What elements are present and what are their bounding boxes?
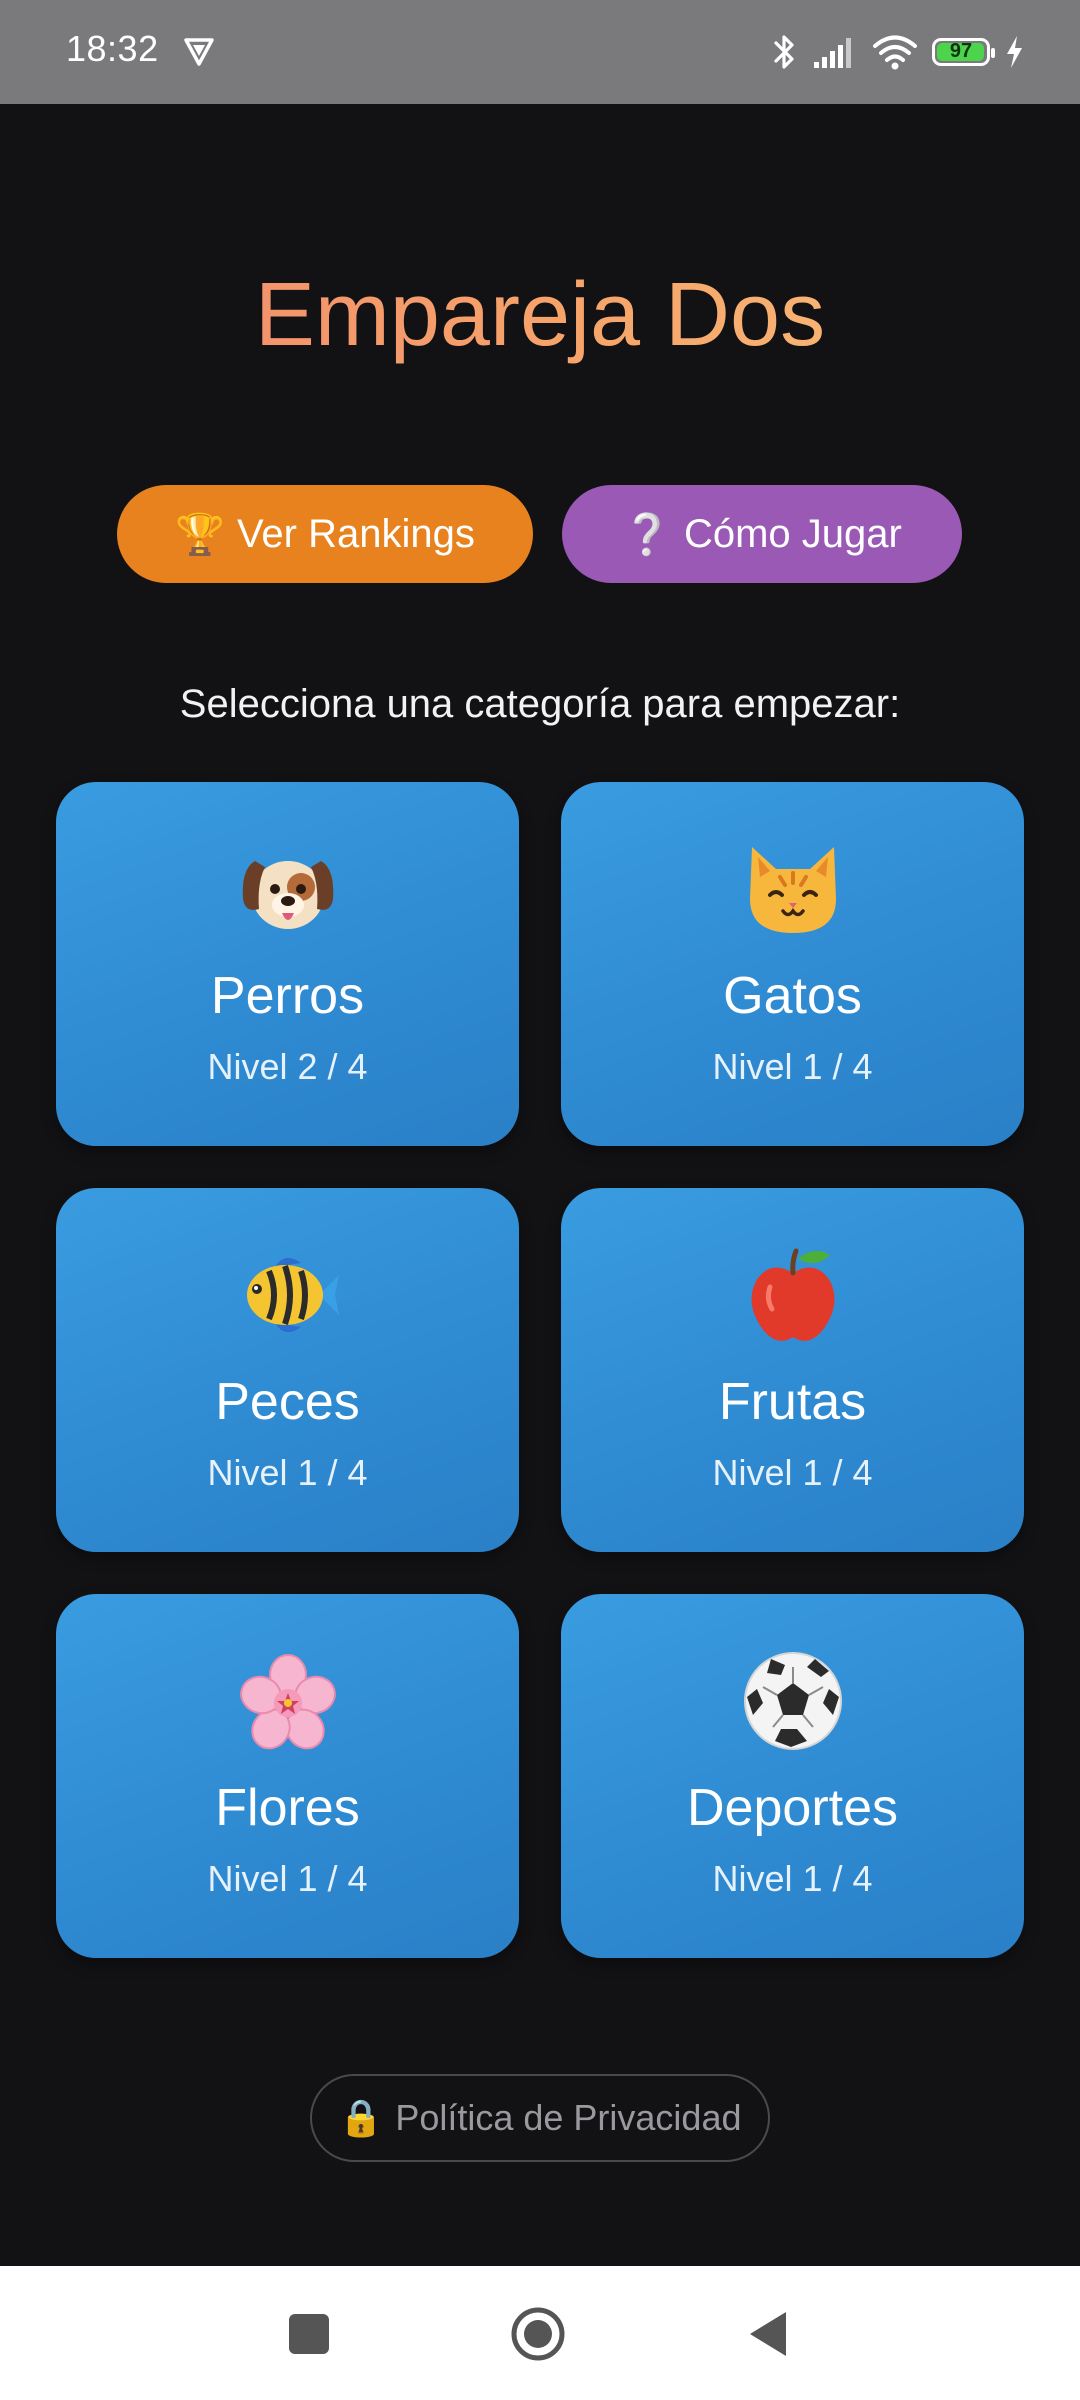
category-name: Deportes	[687, 1779, 898, 1837]
privacy-policy-label: Política de Privacidad	[395, 2097, 742, 2138]
app-title: Empareja Dos	[0, 264, 1080, 367]
bluetooth-icon	[774, 35, 794, 69]
category-card-frutas[interactable]: Frutas Nivel 1 / 4	[561, 1188, 1024, 1552]
category-name: Perros	[210, 967, 365, 1025]
category-name: Flores	[215, 1779, 360, 1837]
battery-icon: 97	[932, 38, 995, 66]
soccer-ball-icon	[561, 1646, 1024, 1756]
question-mark-icon: ❔	[622, 512, 672, 557]
category-card-deportes[interactable]: Deportes Nivel 1 / 4	[561, 1594, 1024, 1958]
wifi-icon	[873, 35, 917, 70]
app-screen: Empareja Dos 🏆 Ver Rankings ❔ Cómo Jugar…	[0, 104, 1080, 2266]
status-icons: 97	[772, 30, 1024, 74]
how-to-play-button-label: Cómo Jugar	[683, 511, 902, 556]
charging-bolt-icon	[1007, 36, 1022, 68]
status-bar: 18:32 97	[0, 0, 1080, 104]
cat-face-icon	[561, 834, 1024, 944]
category-card-perros[interactable]: Perros Nivel 2 / 4	[56, 782, 519, 1146]
cherry-blossom-icon	[56, 1646, 519, 1756]
privacy-policy-button[interactable]: 🔒 Política de Privacidad	[310, 2074, 770, 2162]
red-apple-icon	[561, 1240, 1024, 1350]
category-card-peces[interactable]: Peces Nivel 1 / 4	[56, 1188, 519, 1552]
category-level: Nivel 1 / 4	[712, 1858, 873, 1899]
category-level: Nivel 1 / 4	[207, 1858, 368, 1899]
trophy-icon: 🏆	[175, 512, 225, 557]
lock-icon: 🔒	[338, 2097, 384, 2138]
back-triangle-icon[interactable]	[742, 2306, 798, 2362]
category-card-flores[interactable]: Flores Nivel 1 / 4	[56, 1594, 519, 1958]
category-prompt: Selecciona una categoría para empezar:	[179, 682, 901, 726]
how-to-play-button[interactable]: ❔ Cómo Jugar	[562, 485, 962, 583]
rankings-button-label: Ver Rankings	[236, 511, 475, 556]
dog-face-icon	[56, 834, 519, 944]
category-name: Peces	[215, 1373, 360, 1431]
status-time: 18:32	[66, 28, 159, 69]
battery-level: 97	[949, 40, 973, 62]
category-level: Nivel 1 / 4	[712, 1452, 873, 1493]
battery-tip	[991, 48, 995, 58]
category-level: Nivel 1 / 4	[712, 1046, 873, 1087]
category-name: Frutas	[718, 1373, 867, 1431]
category-level: Nivel 1 / 4	[207, 1452, 368, 1493]
rankings-button[interactable]: 🏆 Ver Rankings	[117, 485, 533, 583]
vpn-shield-icon	[184, 38, 214, 66]
system-navigation-bar	[0, 2266, 1080, 2400]
tropical-fish-icon	[56, 1240, 519, 1350]
home-circle-icon[interactable]	[510, 2306, 566, 2362]
category-card-gatos[interactable]: Gatos Nivel 1 / 4	[561, 782, 1024, 1146]
signal-icon	[814, 38, 851, 68]
recents-square-icon[interactable]	[281, 2306, 337, 2362]
category-name: Gatos	[723, 967, 862, 1025]
category-level: Nivel 2 / 4	[207, 1046, 368, 1087]
